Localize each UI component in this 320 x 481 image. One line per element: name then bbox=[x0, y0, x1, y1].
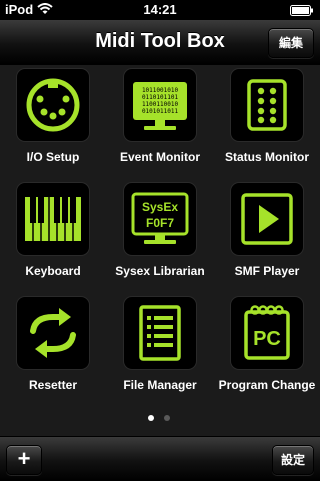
tile-io-setup[interactable]: I/O Setup bbox=[0, 65, 106, 177]
tile-label: Event Monitor bbox=[120, 150, 200, 164]
led-status-panel-icon bbox=[231, 69, 303, 141]
add-button[interactable]: + bbox=[6, 445, 42, 475]
refresh-arrows-icon bbox=[17, 297, 89, 369]
tile-label: Resetter bbox=[28, 378, 78, 392]
page-dot[interactable] bbox=[164, 415, 170, 421]
piano-keyboard-icon bbox=[17, 183, 89, 255]
status-bar: iPod 14:21 bbox=[0, 0, 320, 20]
tile-resetter[interactable]: Resetter bbox=[0, 293, 106, 405]
sysex-icon-text: SysEx bbox=[142, 200, 178, 214]
navigation-bar: Midi Tool Box 編集 bbox=[0, 20, 320, 65]
tile-keyboard[interactable]: Keyboard bbox=[0, 179, 106, 291]
play-icon bbox=[231, 183, 303, 255]
settings-button[interactable]: 設定 bbox=[272, 445, 314, 475]
tile-label: Keyboard bbox=[25, 264, 81, 278]
tile-file-manager[interactable]: File Manager bbox=[107, 293, 213, 405]
tile-label: I/O Setup bbox=[26, 150, 80, 164]
svg-text:0101011011: 0101011011 bbox=[142, 108, 179, 115]
tile-label: Program Change bbox=[218, 378, 316, 392]
tile-label: File Manager bbox=[123, 378, 197, 392]
sysex-monitor-icon: SysEx F0F7 bbox=[124, 183, 196, 255]
clock: 14:21 bbox=[143, 2, 177, 17]
page-dot-current[interactable] bbox=[148, 415, 154, 421]
file-list-icon bbox=[124, 297, 196, 369]
pc-notepad-icon: PC bbox=[231, 297, 303, 369]
f0f7-icon-text: F0F7 bbox=[146, 216, 174, 230]
page-control[interactable] bbox=[0, 415, 320, 425]
svg-text:1011001010: 1011001010 bbox=[142, 87, 179, 94]
tile-event-monitor[interactable]: 1011001010 0110101101 1100110010 0101011… bbox=[107, 65, 213, 177]
pc-icon-text: PC bbox=[253, 328, 281, 350]
tile-label: SMF Player bbox=[234, 264, 300, 278]
tile-label: Sysex Librarian bbox=[115, 264, 205, 278]
tile-smf-player[interactable]: SMF Player bbox=[214, 179, 320, 291]
tile-sysex-librarian[interactable]: SysEx F0F7 Sysex Librarian bbox=[107, 179, 213, 291]
svg-text:0110101101: 0110101101 bbox=[142, 94, 179, 101]
edit-button[interactable]: 編集 bbox=[268, 28, 314, 58]
bottom-toolbar: + 設定 bbox=[0, 436, 320, 481]
battery-icon bbox=[290, 4, 314, 19]
tile-status-monitor[interactable]: Status Monitor bbox=[214, 65, 320, 177]
tile-program-change[interactable]: PC Program Change bbox=[214, 293, 320, 405]
midi-din-connector-icon bbox=[17, 69, 89, 141]
svg-text:1100110010: 1100110010 bbox=[142, 101, 179, 108]
tile-label: Status Monitor bbox=[225, 150, 309, 164]
binary-monitor-icon: 1011001010 0110101101 1100110010 0101011… bbox=[124, 69, 196, 141]
tool-grid: I/O Setup 1011001010 0110101101 11001100… bbox=[0, 65, 320, 410]
